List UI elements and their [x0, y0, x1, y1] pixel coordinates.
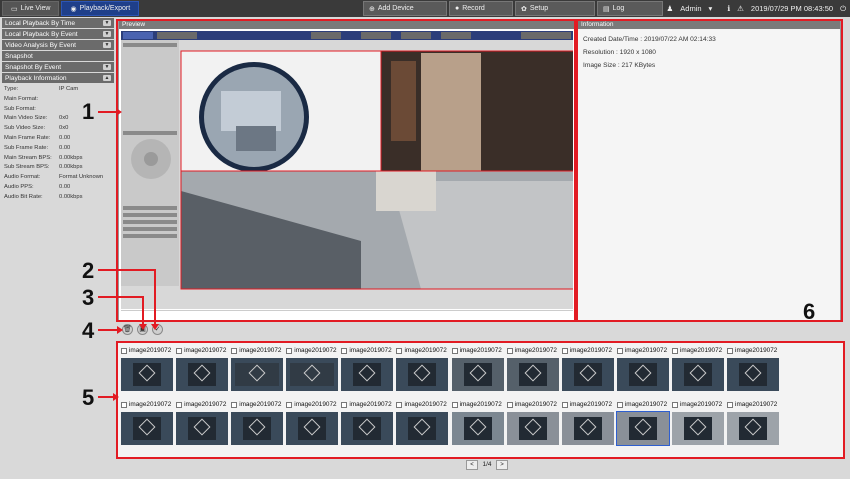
arrowhead-1 — [116, 108, 122, 116]
arrowhead-3 — [139, 324, 147, 330]
arrowhead-2 — [151, 324, 159, 330]
callout-number-5: 5 — [82, 385, 95, 410]
callout-number-4: 4 — [82, 318, 95, 343]
arrowhead-4 — [117, 326, 123, 334]
callout-number-3: 3 — [82, 285, 95, 310]
callout-arrows — [98, 108, 159, 401]
arrow-3 — [98, 296, 144, 325]
callout-number-6: 6 — [803, 299, 816, 324]
callout-number-2: 2 — [82, 258, 95, 283]
arrowhead-5 — [113, 393, 119, 401]
callout-number-1: 1 — [82, 99, 95, 124]
